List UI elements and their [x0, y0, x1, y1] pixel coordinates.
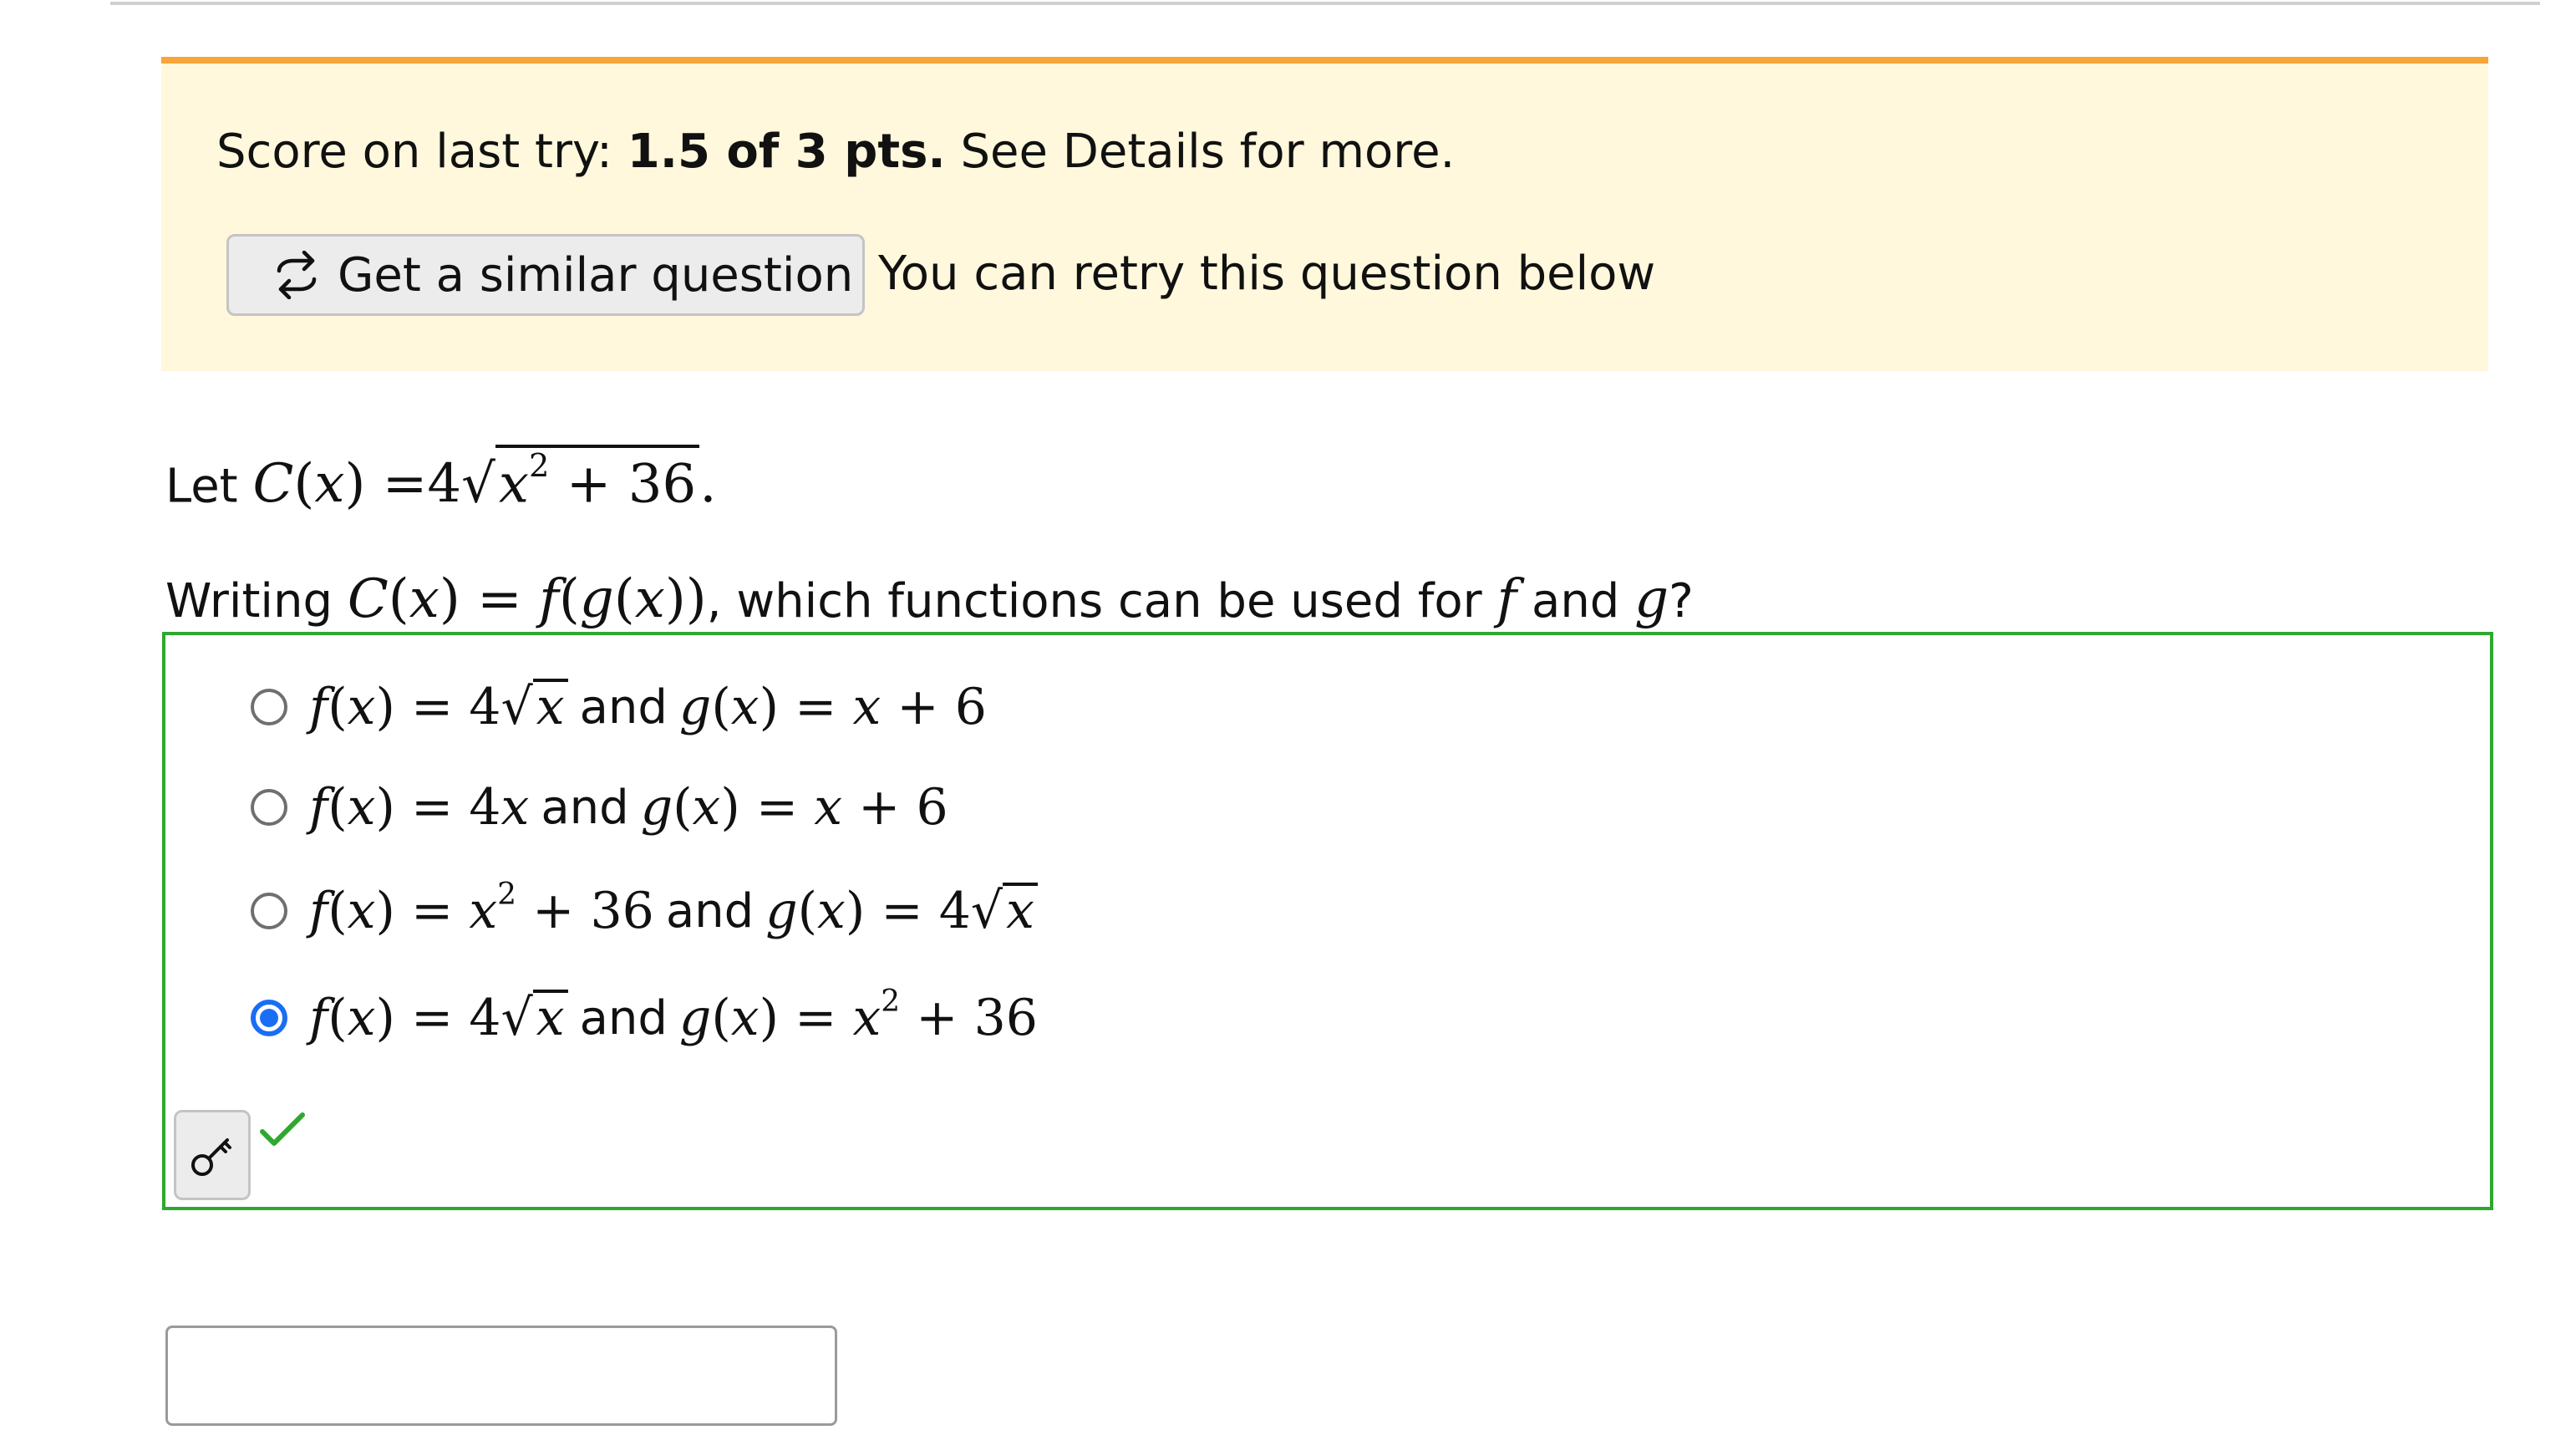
top-divider: [110, 2, 2540, 5]
similar-button-label: Get a similar question: [338, 247, 854, 303]
retry-hint: You can retry this question below: [878, 247, 1656, 301]
choice-4-and: and: [579, 990, 668, 1046]
f-symbol: f: [1496, 568, 1517, 630]
choice-4-g: g(x) = x2 + 36: [678, 984, 1038, 1047]
show-answer-key-button[interactable]: [174, 1110, 251, 1200]
choice-3-g: g(x) = 4√x: [765, 882, 1038, 940]
prompt-and: and: [1532, 574, 1620, 628]
choice-1-radio[interactable]: [251, 689, 287, 725]
choice-1[interactable]: f(x) = 4√x and g(x) = x + 6: [251, 674, 987, 740]
choice-1-g: g(x) = x + 6: [678, 678, 987, 736]
score-banner: Score on last try: 1.5 of 3 pts. See Det…: [161, 57, 2488, 371]
choice-3[interactable]: f(x) = x2 + 36 and g(x) = 4√x: [251, 878, 1038, 944]
function-definition: Let C(x) =4√x2 + 36.: [165, 445, 717, 516]
choice-4-f: f(x) = 4√x: [309, 989, 568, 1047]
choice-2-g: g(x) = x + 6: [640, 778, 948, 837]
answer-input[interactable]: [165, 1326, 837, 1426]
retry-arrows-icon: [277, 251, 317, 299]
score-summary: Score on last try: 1.5 of 3 pts. See Det…: [216, 124, 1455, 181]
question-prompt: Writing C(x) = f(g(x)), which functions …: [165, 570, 1694, 631]
choice-3-radio[interactable]: [251, 893, 287, 929]
choice-3-f: f(x) = x2 + 36: [309, 877, 654, 940]
prompt-question-mark: ?: [1669, 574, 1694, 628]
choice-4-radio[interactable]: [251, 1000, 287, 1036]
score-value: 1.5 of 3 pts.: [627, 125, 946, 179]
choice-1-and: and: [579, 679, 668, 735]
choice-2[interactable]: f(x) = 4x and g(x) = x + 6: [251, 774, 948, 841]
score-prefix: Score on last try:: [216, 125, 627, 179]
checkmark-icon: [260, 1112, 305, 1146]
get-similar-question-button[interactable]: Get a similar question: [226, 234, 865, 316]
function-expression: C(x) =4√x2 + 36.: [252, 445, 717, 515]
choice-4[interactable]: f(x) = 4√x and g(x) = x2 + 36: [251, 985, 1038, 1051]
composition-expression: C(x) = f(g(x)): [347, 568, 707, 630]
g-symbol: g: [1634, 568, 1669, 630]
prompt-middle: , which functions can be used for: [706, 574, 1482, 628]
writing-label: Writing: [165, 574, 333, 628]
key-icon: [191, 1138, 231, 1176]
choice-2-and: and: [541, 780, 629, 835]
score-suffix: See Details for more.: [945, 125, 1456, 179]
choice-1-f: f(x) = 4√x: [309, 678, 568, 736]
choice-2-f: f(x) = 4x: [309, 778, 530, 837]
let-label: Let: [165, 459, 238, 514]
choice-2-radio[interactable]: [251, 789, 287, 826]
choice-3-and: and: [665, 883, 755, 939]
